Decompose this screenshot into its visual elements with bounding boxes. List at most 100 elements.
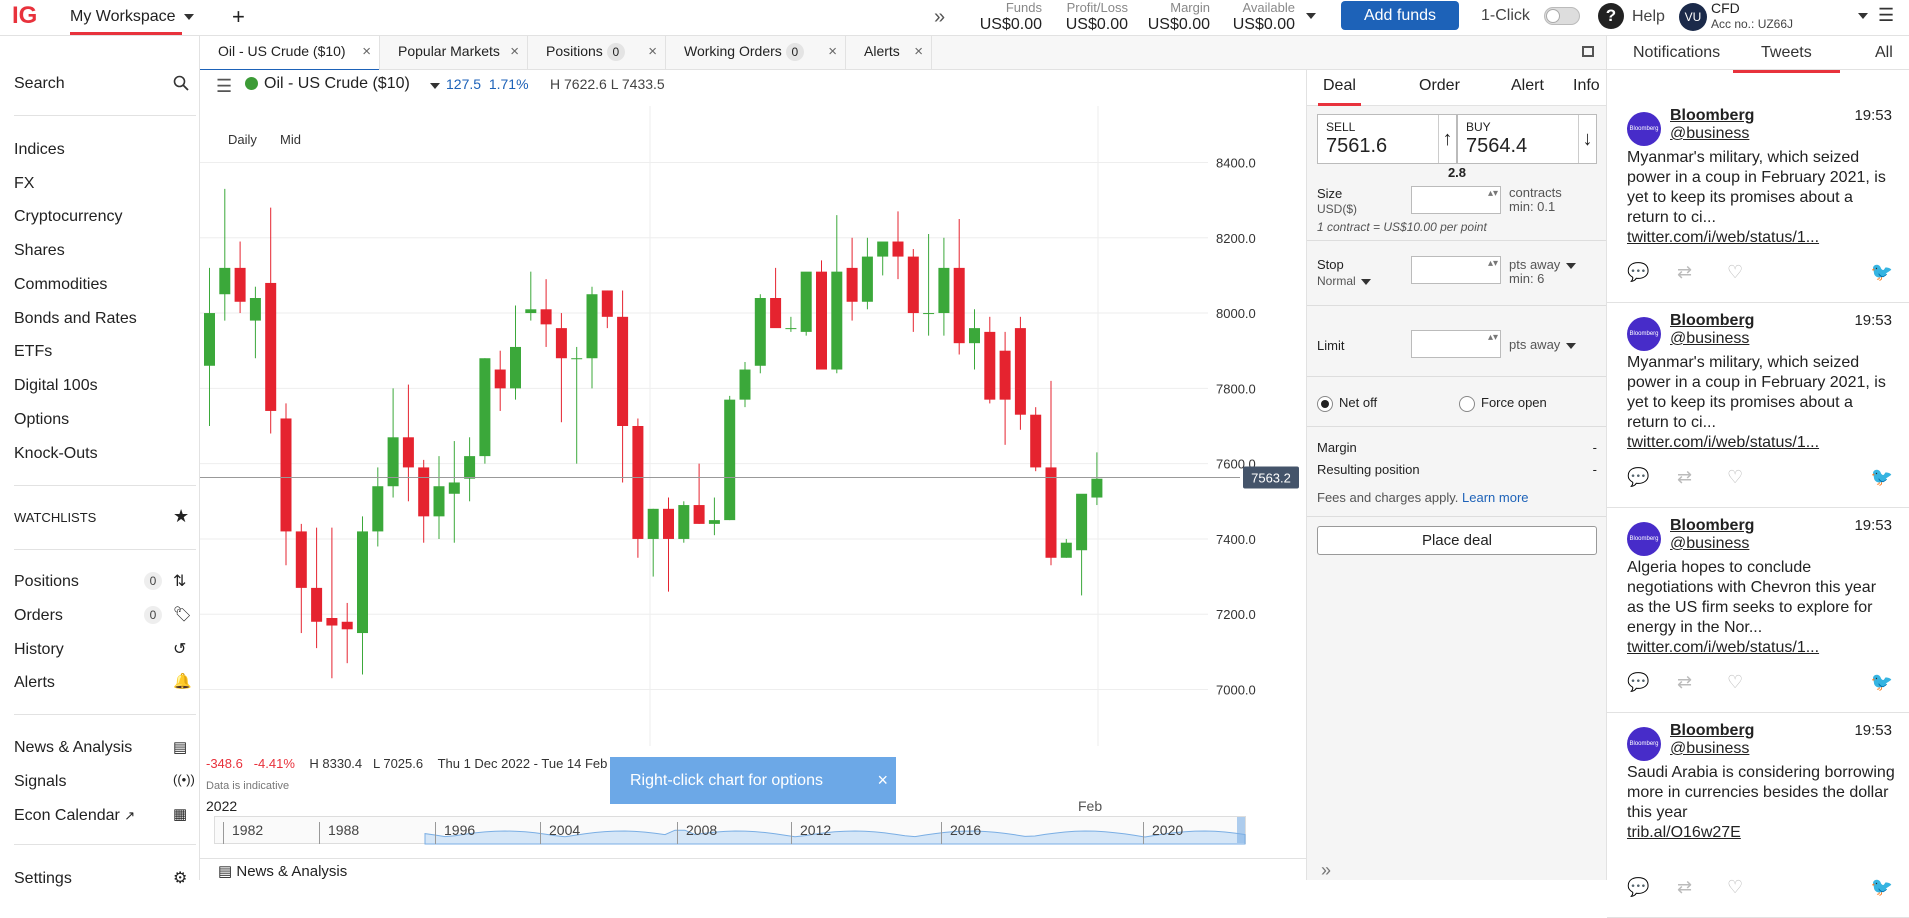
like-icon[interactable]: ♡ xyxy=(1727,877,1743,898)
stop-input[interactable] xyxy=(1411,256,1501,284)
sidebar-item-news[interactable]: News & Analysis xyxy=(14,739,132,757)
sidebar-item-etfs[interactable]: ETFs xyxy=(14,343,52,361)
retweet-icon[interactable]: ⇄ xyxy=(1677,467,1692,488)
tab-alert[interactable]: Alert xyxy=(1511,77,1544,95)
tab-oil[interactable]: Oil - US Crude ($10) × xyxy=(200,36,380,71)
help-link[interactable]: Help xyxy=(1632,8,1665,26)
add-funds-button[interactable]: Add funds xyxy=(1341,1,1459,30)
sidebar-item-positions[interactable]: Positions xyxy=(14,573,79,591)
stop-type-select[interactable]: Normal xyxy=(1317,274,1372,288)
tweet-link[interactable]: trib.al/O16w27E xyxy=(1627,823,1897,843)
close-icon[interactable]: × xyxy=(648,36,657,67)
tweet-handle[interactable]: @business xyxy=(1670,125,1749,143)
close-icon[interactable]: × xyxy=(510,36,519,67)
hamburger-icon[interactable]: ☰ xyxy=(216,76,232,97)
market-name[interactable]: Oil - US Crude ($10) xyxy=(264,75,410,93)
chevron-down-icon[interactable] xyxy=(430,83,440,89)
like-icon[interactable]: ♡ xyxy=(1727,672,1743,693)
sidebar-item-orders[interactable]: Orders xyxy=(14,607,63,625)
place-deal-button[interactable]: Place deal xyxy=(1317,526,1597,555)
tweet-handle[interactable]: @business xyxy=(1670,330,1749,348)
candlestick-chart[interactable]: 8400.08200.08000.07800.07600.07400.07200… xyxy=(200,106,1306,746)
news-bar[interactable]: ▤ News & Analysis xyxy=(200,858,1306,880)
add-workspace-button[interactable]: + xyxy=(232,4,245,30)
limit-unit-select[interactable]: pts away xyxy=(1509,338,1576,352)
tweet-handle[interactable]: @business xyxy=(1670,740,1749,758)
close-icon[interactable]: × xyxy=(828,36,837,67)
like-icon[interactable]: ♡ xyxy=(1727,262,1743,283)
tweet-author[interactable]: Bloomberg xyxy=(1670,312,1754,330)
popout-icon[interactable] xyxy=(1582,46,1594,57)
close-icon[interactable]: × xyxy=(877,757,888,804)
like-icon[interactable]: ♡ xyxy=(1727,467,1743,488)
expand-account-icon[interactable]: » xyxy=(934,6,945,29)
twitter-icon[interactable]: 🐦 xyxy=(1871,877,1893,898)
tab-order[interactable]: Order xyxy=(1419,77,1460,95)
retweet-icon[interactable]: ⇄ xyxy=(1677,877,1692,898)
retweet-icon[interactable]: ⇄ xyxy=(1677,262,1692,283)
account-dropdown-icon[interactable] xyxy=(1306,13,1316,19)
stop-unit-select[interactable]: pts away min: 6 xyxy=(1509,258,1576,286)
sidebar-item-history[interactable]: History xyxy=(14,641,64,659)
star-icon[interactable]: ★ xyxy=(173,506,189,527)
tweet-card[interactable]: Bloomberg Bloomberg @business 19:53 Myanmar'… xyxy=(1607,98,1909,303)
tweet-handle[interactable]: @business xyxy=(1670,535,1749,553)
close-icon[interactable]: × xyxy=(362,36,371,67)
sidebar-item-bonds[interactable]: Bonds and Rates xyxy=(14,310,137,328)
sidebar-item-knockouts[interactable]: Knock-Outs xyxy=(14,445,98,463)
sidebar-item-commodities[interactable]: Commodities xyxy=(14,276,107,294)
tweet-link[interactable]: twitter.com/i/web/status/1... xyxy=(1627,433,1897,453)
sidebar-watchlists[interactable]: WATCHLISTS xyxy=(14,510,96,525)
reply-icon[interactable]: 💬 xyxy=(1627,877,1649,898)
sidebar-search[interactable]: Search xyxy=(14,75,65,93)
reply-icon[interactable]: 💬 xyxy=(1627,672,1649,693)
tweet-link[interactable]: twitter.com/i/web/status/1... xyxy=(1627,228,1897,248)
twitter-icon[interactable]: 🐦 xyxy=(1871,672,1893,693)
sidebar-item-econ-calendar[interactable]: Econ Calendar ↗ xyxy=(14,807,135,825)
tab-deal[interactable]: Deal xyxy=(1318,77,1361,106)
twitter-icon[interactable]: 🐦 xyxy=(1871,262,1893,283)
net-off-radio[interactable]: Net off xyxy=(1317,395,1377,412)
chart-navigator[interactable]: 1982 1988 1996 2004 2008 2012 2016 2020 xyxy=(214,816,1246,845)
size-input[interactable] xyxy=(1411,186,1501,214)
sidebar-item-shares[interactable]: Shares xyxy=(14,242,65,260)
sidebar-item-alerts[interactable]: Alerts xyxy=(14,674,55,692)
tweet-author[interactable]: Bloomberg xyxy=(1670,722,1754,740)
tab-notifications[interactable]: Notifications xyxy=(1633,44,1720,62)
workspace-selector[interactable]: My Workspace xyxy=(70,8,194,26)
menu-icon[interactable]: ☰ xyxy=(1878,5,1894,26)
tweet-author[interactable]: Bloomberg xyxy=(1670,517,1754,535)
navigator-handle[interactable] xyxy=(1237,817,1245,843)
search-icon[interactable] xyxy=(173,75,189,91)
limit-input[interactable] xyxy=(1411,330,1501,358)
help-icon[interactable]: ? xyxy=(1598,3,1624,29)
gear-icon[interactable]: ⚙ xyxy=(173,868,187,888)
tab-working-orders[interactable]: Working Orders 0 × xyxy=(666,36,846,70)
sidebar-item-options[interactable]: Options xyxy=(14,411,69,429)
tweet-card[interactable]: Bloomberg Bloomberg @business 19:53 Saudi Ar… xyxy=(1607,713,1909,918)
force-open-radio[interactable]: Force open xyxy=(1459,395,1547,412)
buy-button[interactable]: BUY 7564.4 ↓ xyxy=(1457,114,1597,164)
tab-info[interactable]: Info xyxy=(1573,77,1600,95)
price-chart[interactable]: Daily Mid 8400.0 8200.0 8000.0 7800.0 7600.0… xyxy=(200,106,1306,880)
one-click-toggle[interactable] xyxy=(1544,7,1580,25)
reply-icon[interactable]: 💬 xyxy=(1627,262,1649,283)
tab-tweets[interactable]: Tweets xyxy=(1733,44,1840,73)
tab-all[interactable]: All xyxy=(1875,44,1893,62)
tab-alerts[interactable]: Alerts × xyxy=(846,36,932,70)
twitter-icon[interactable]: 🐦 xyxy=(1871,467,1893,488)
sidebar-item-settings[interactable]: Settings xyxy=(14,870,72,888)
reply-icon[interactable]: 💬 xyxy=(1627,467,1649,488)
account-menu-chevron-icon[interactable] xyxy=(1858,13,1868,19)
collapse-panel-icon[interactable]: » xyxy=(1321,860,1331,881)
close-icon[interactable]: × xyxy=(914,36,923,67)
tab-positions[interactable]: Positions 0 × xyxy=(528,36,666,70)
avatar[interactable]: VU xyxy=(1679,3,1707,31)
sidebar-item-indices[interactable]: Indices xyxy=(14,141,65,159)
tweet-link[interactable]: twitter.com/i/web/status/1... xyxy=(1627,638,1897,658)
tweet-card[interactable]: Bloomberg Bloomberg @business 19:53 Algeria … xyxy=(1607,508,1909,713)
tab-popular-markets[interactable]: Popular Markets × xyxy=(380,36,528,70)
sidebar-item-crypto[interactable]: Cryptocurrency xyxy=(14,208,122,226)
tweet-author[interactable]: Bloomberg xyxy=(1670,107,1754,125)
learn-more-link[interactable]: Learn more xyxy=(1462,490,1528,505)
